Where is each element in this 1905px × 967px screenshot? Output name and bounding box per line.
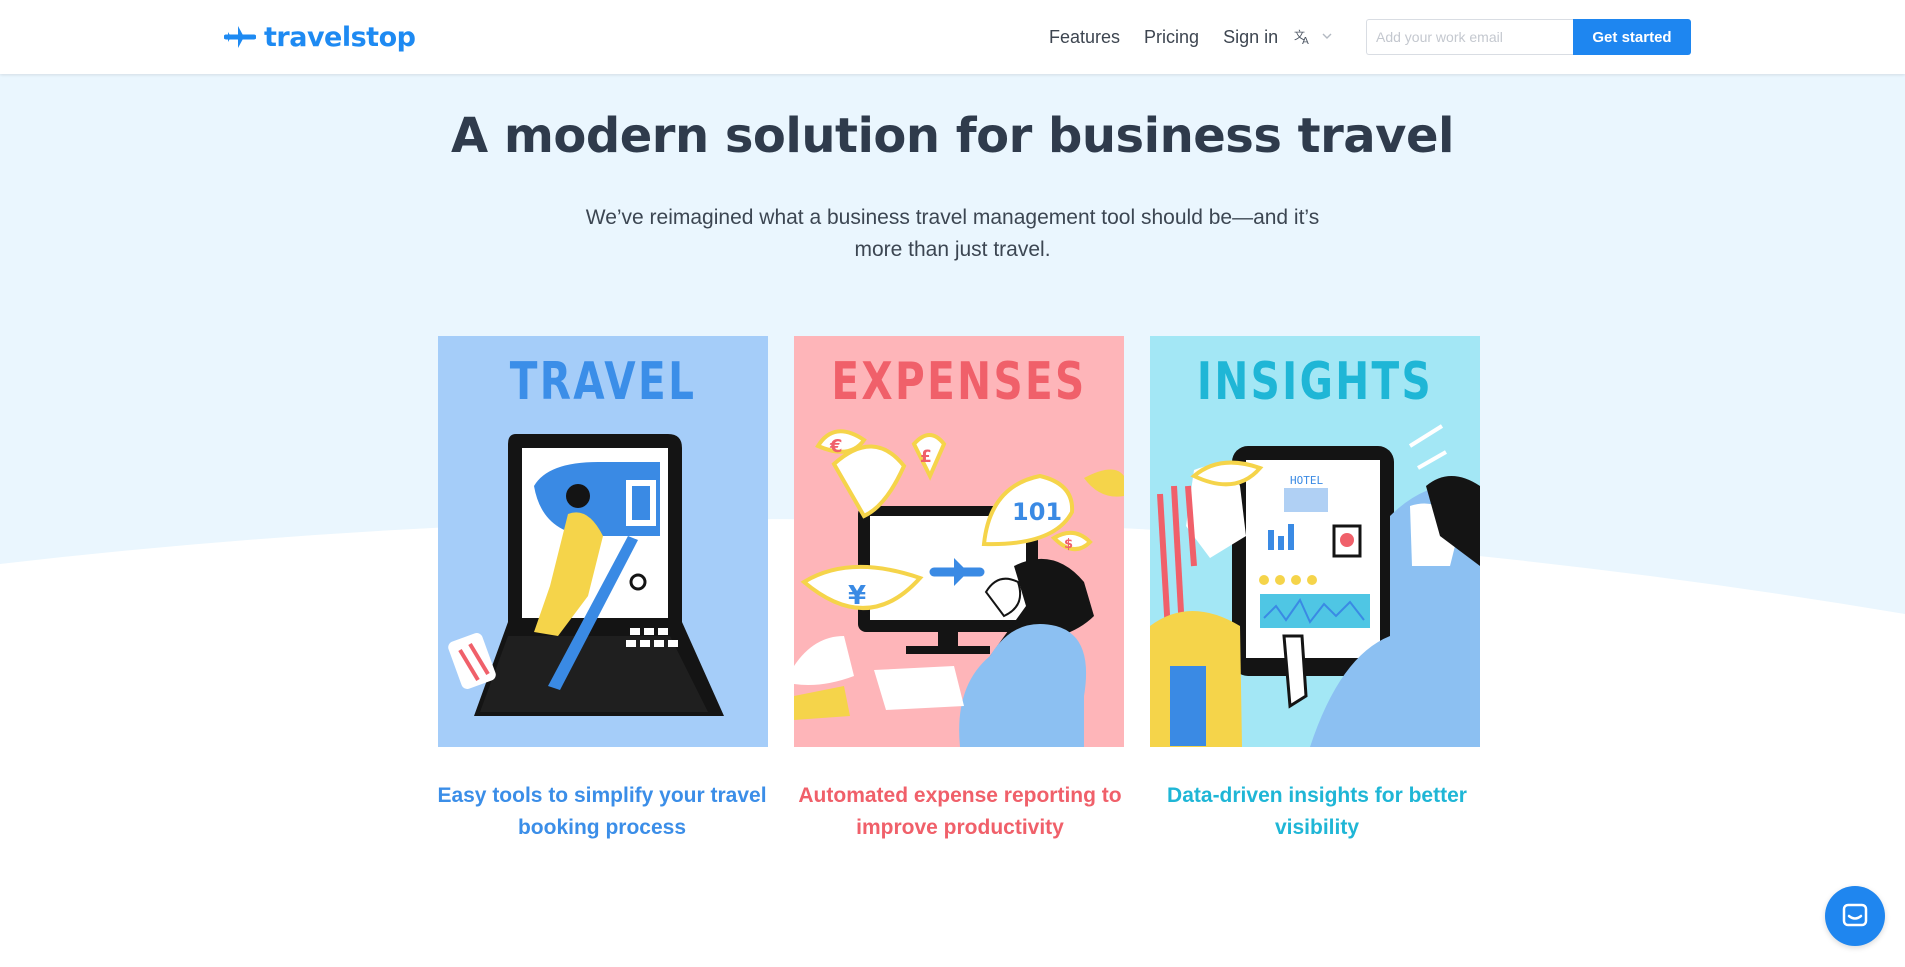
insights-caption: Data-driven insights for better visibili… (1167, 784, 1467, 839)
nav-features[interactable]: Features (1049, 24, 1120, 50)
plane-icon (224, 26, 256, 48)
logo-text: travelstop (264, 21, 416, 53)
top-navigation-bar: travelstop Features Pricing Sign in 文 A … (0, 0, 1905, 74)
svg-text:¥: ¥ (848, 581, 866, 611)
expenses-card-title: EXPENSES (831, 352, 1087, 412)
svg-text:$: $ (1064, 537, 1073, 552)
nav-sign-in[interactable]: Sign in (1223, 24, 1278, 50)
translate-icon: 文 A (1294, 28, 1309, 45)
expenses-caption: Automated expense reporting to improve p… (798, 784, 1122, 839)
travel-card: TRAVEL (438, 336, 768, 747)
nav-pricing[interactable]: Pricing (1144, 24, 1199, 50)
logo[interactable]: travelstop (224, 20, 416, 54)
get-started-button[interactable]: Get started (1573, 19, 1691, 55)
hero-subtitle: We’ve reimagined what a business travel … (585, 206, 1320, 261)
svg-text:€: € (829, 436, 843, 457)
travel-card-title: TRAVEL (509, 352, 697, 412)
chat-icon (1842, 903, 1868, 927)
svg-text:HOTEL: HOTEL (1290, 474, 1323, 487)
svg-text:£: £ (920, 447, 932, 467)
travel-caption: Easy tools to simplify your travel booki… (437, 784, 767, 839)
work-email-input[interactable] (1366, 19, 1573, 55)
chevron-down-icon (1322, 33, 1332, 39)
hero-title: A modern solution for business travel (451, 108, 1454, 164)
main-nav: Features Pricing Sign in (1049, 24, 1278, 50)
expenses-card: € £ 101 $ ¥ EXPENSES (794, 336, 1124, 747)
language-selector[interactable]: 文 A (1294, 27, 1332, 45)
svg-text:A: A (1302, 36, 1309, 45)
insights-card-title: INSIGHTS (1196, 352, 1434, 412)
svg-text:101: 101 (1012, 498, 1062, 526)
insights-card: HOTEL INSIGHTS (1150, 336, 1480, 747)
chat-launcher-button[interactable] (1825, 886, 1885, 946)
